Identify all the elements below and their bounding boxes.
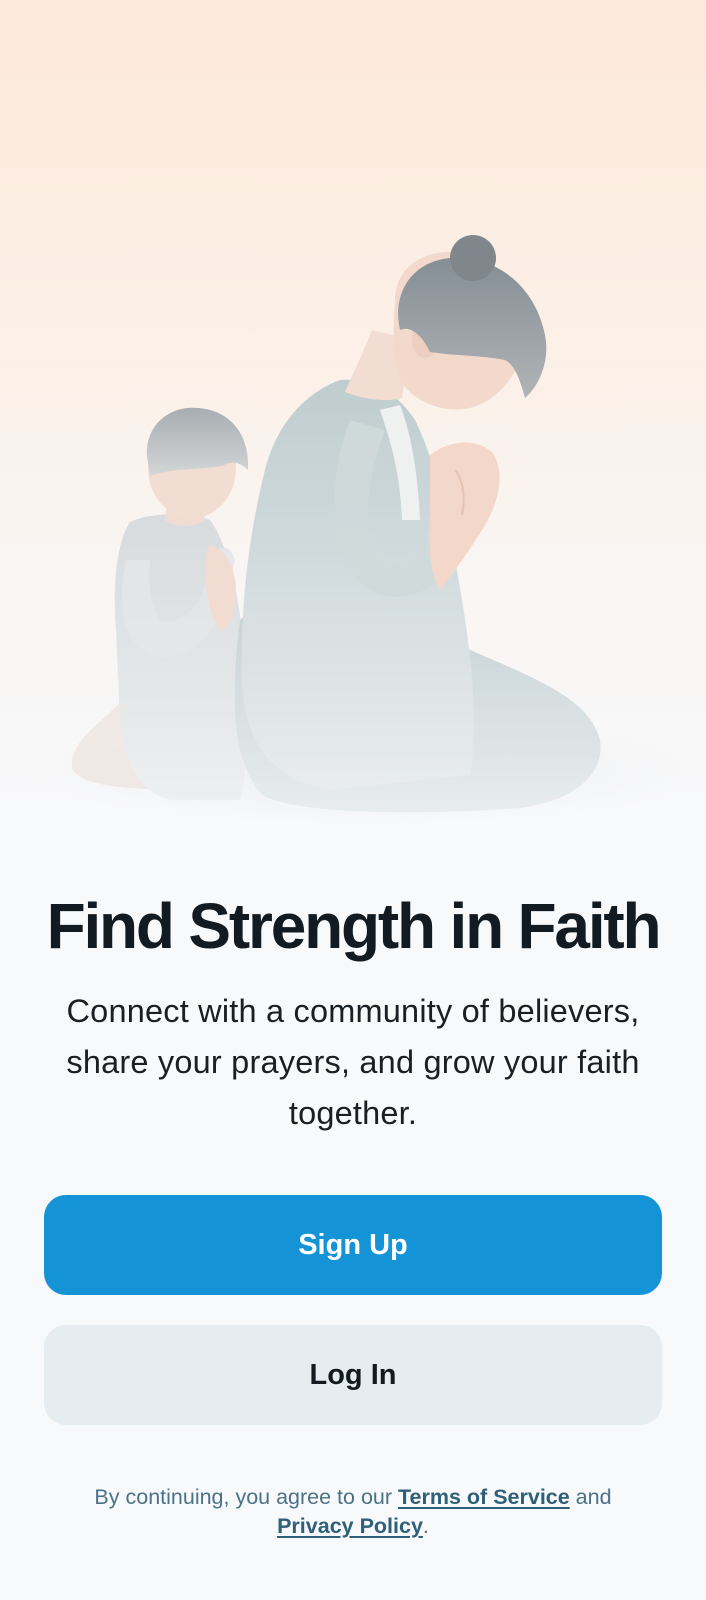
legal-suffix: . <box>422 1514 429 1538</box>
sign-up-button[interactable]: Sign Up <box>44 1195 662 1295</box>
welcome-content: Find Strength in Faith Connect with a co… <box>0 880 706 1139</box>
terms-of-service-link[interactable]: Terms of Service <box>398 1485 570 1509</box>
page-title: Find Strength in Faith <box>46 890 662 962</box>
privacy-policy-link[interactable]: Privacy Policy <box>277 1514 423 1538</box>
praying-figures-icon <box>25 235 706 825</box>
hero-illustration <box>0 0 706 860</box>
welcome-screen: Find Strength in Faith Connect with a co… <box>0 0 706 1600</box>
log-in-button[interactable]: Log In <box>44 1325 662 1425</box>
legal-prefix: By continuing, you agree to our <box>94 1485 399 1509</box>
adult-figure <box>234 235 601 813</box>
page-subtitle: Connect with a community of believers, s… <box>66 993 640 1131</box>
legal-notice: By continuing, you agree to our Terms of… <box>0 1483 706 1541</box>
legal-middle: and <box>569 1485 612 1509</box>
child-figure <box>71 407 250 800</box>
